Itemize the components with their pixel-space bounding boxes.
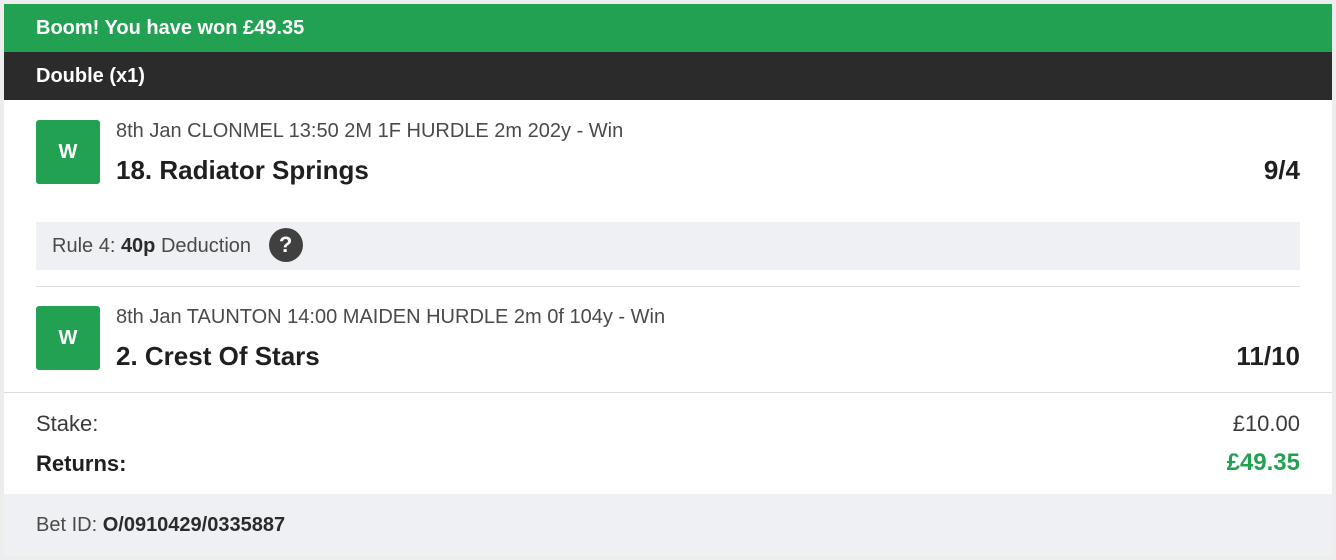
win-banner: Boom! You have won £49.35 xyxy=(4,4,1332,52)
selection-odds: 11/10 xyxy=(1236,341,1300,371)
rule4-deduction-notice: Rule 4: 40p Deduction ? xyxy=(36,222,1300,270)
rule4-suffix: Deduction xyxy=(160,235,252,257)
bet-id-label: Bet ID: xyxy=(36,514,98,536)
bet-id-value: O/0910429/0335887 xyxy=(102,514,286,536)
summary-divider xyxy=(4,392,1332,393)
bet-type-label: Double (x1) xyxy=(36,65,145,87)
bet-id-footer: Bet ID: O/0910429/0335887 xyxy=(4,494,1332,556)
stake-label: Stake: xyxy=(36,411,99,436)
win-result-badge: W xyxy=(36,306,100,370)
race-info: 8th Jan CLONMEL 13:50 2M 1F HURDLE 2m 20… xyxy=(116,120,624,142)
bet-receipt-card: Boom! You have won £49.35 Double (x1) W … xyxy=(4,4,1332,556)
bet-type-header: Double (x1) xyxy=(4,52,1332,100)
selection-divider xyxy=(36,286,1300,287)
win-result-badge: W xyxy=(36,120,100,184)
selection-odds: 9/4 xyxy=(1263,155,1300,185)
selection-name: 2. Crest Of Stars xyxy=(116,341,320,371)
selection-name: 18. Radiator Springs xyxy=(116,155,369,185)
stake-value: £10.00 xyxy=(1232,411,1300,436)
rule4-amount: 40p xyxy=(120,235,156,257)
help-icon[interactable]: ? xyxy=(268,227,303,262)
rule4-prefix: Rule 4: xyxy=(52,235,116,257)
returns-label: Returns: xyxy=(36,451,127,476)
win-message: Boom! You have won £49.35 xyxy=(36,17,305,39)
race-info: 8th Jan TAUNTON 14:00 MAIDEN HURDLE 2m 0… xyxy=(116,306,666,328)
returns-value: £49.35 xyxy=(1226,449,1300,476)
